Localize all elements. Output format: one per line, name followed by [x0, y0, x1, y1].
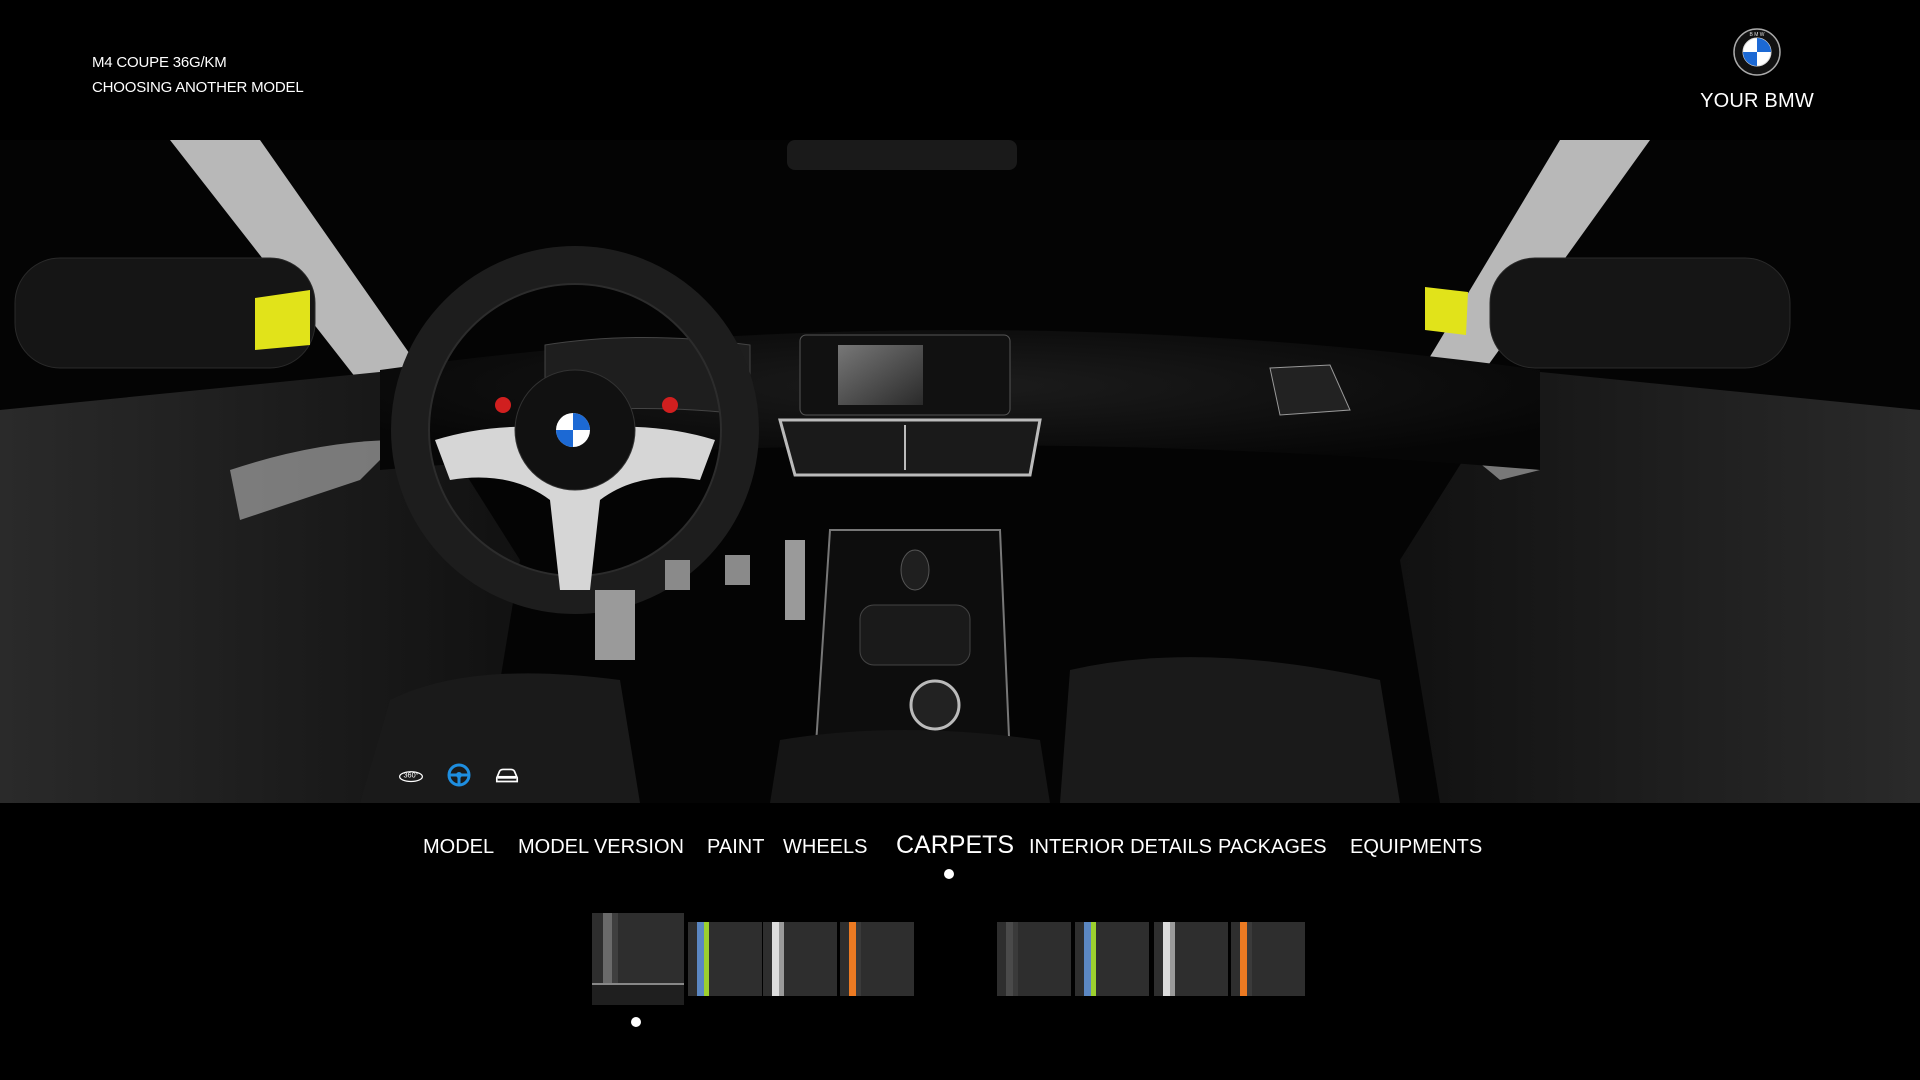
- tab-packages[interactable]: PACKAGES: [1218, 836, 1327, 859]
- choose-another-model-link[interactable]: CHOOSING ANOTHER MODEL: [92, 75, 304, 100]
- swatch-selected-base: [592, 983, 684, 1005]
- carpet-swatch[interactable]: [763, 922, 837, 996]
- model-name: M4 COUPE 36G/KM: [92, 54, 227, 71]
- steering-wheel-icon[interactable]: [446, 762, 472, 788]
- carpet-swatch[interactable]: [1075, 922, 1149, 996]
- 360-label: 360°: [403, 770, 418, 779]
- svg-text:B M W: B M W: [1750, 32, 1765, 38]
- interior-view[interactable]: [0, 140, 1920, 803]
- tab-carpets[interactable]: CARPETS: [896, 831, 1014, 860]
- selected-swatch-indicator: [631, 1017, 641, 1027]
- carpet-swatch[interactable]: [688, 922, 762, 996]
- 360-view-icon[interactable]: 360°: [398, 762, 424, 788]
- tab-model-version[interactable]: MODEL VERSION: [518, 836, 684, 859]
- carpet-swatch[interactable]: [1154, 922, 1228, 996]
- carpet-swatch[interactable]: [592, 913, 684, 1005]
- bmw-roundel-icon: B M W: [1733, 28, 1781, 76]
- carpet-swatch[interactable]: [1231, 922, 1305, 996]
- tab-model[interactable]: MODEL: [423, 836, 494, 859]
- car-exterior-icon[interactable]: [494, 762, 520, 788]
- model-info: M4 COUPE 36G/KM CHOOSING ANOTHER MODEL: [92, 50, 304, 100]
- tab-equipments[interactable]: EQUIPMENTS: [1350, 836, 1482, 859]
- carpet-swatch[interactable]: [840, 922, 914, 996]
- carpet-swatch[interactable]: [997, 922, 1071, 996]
- view-toggles: 360°: [398, 762, 520, 788]
- tab-interior-details[interactable]: INTERIOR DETAILS: [1029, 836, 1212, 859]
- tab-wheels[interactable]: WHEELS: [783, 836, 867, 859]
- your-bmw-link[interactable]: B M W YOUR BMW: [1687, 28, 1827, 113]
- active-tab-indicator: [944, 869, 954, 879]
- config-tabs: MODEL MODEL VERSION PAINT WHEELS CARPETS…: [0, 831, 1920, 876]
- tab-paint[interactable]: PAINT: [707, 836, 764, 859]
- your-bmw-label: YOUR BMW: [1700, 90, 1814, 112]
